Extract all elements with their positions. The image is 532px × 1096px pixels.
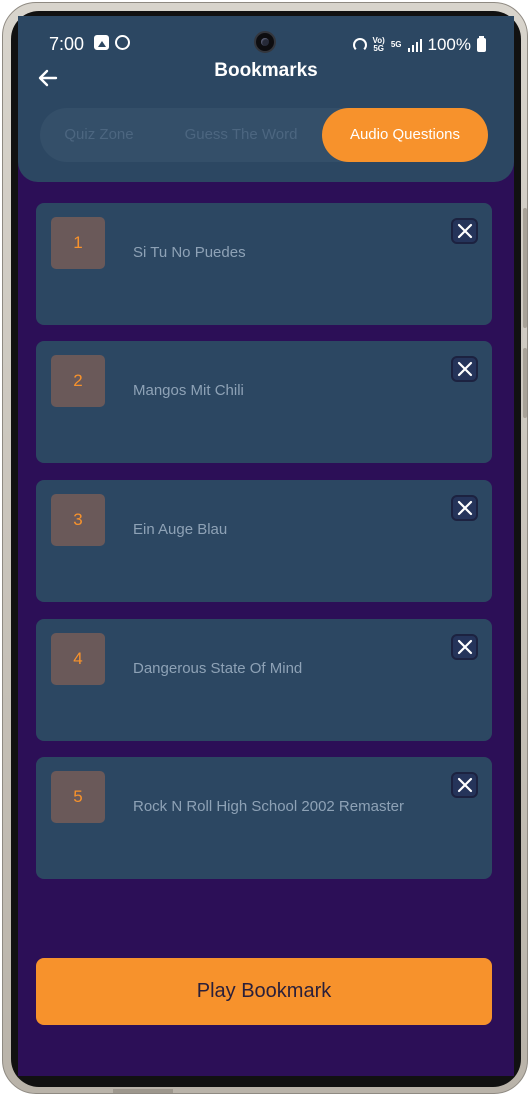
app-screen: 7:00 Vo) 5G 5G 100% Bookmarks Quiz Zone …	[18, 16, 514, 1076]
hotspot-icon	[352, 38, 367, 52]
volte-icon: Vo) 5G	[373, 37, 385, 53]
tab-quiz-zone[interactable]: Quiz Zone	[40, 108, 158, 162]
status-time: 7:00	[49, 34, 85, 54]
gallery-icon	[94, 35, 109, 50]
page-title: Bookmarks	[214, 60, 318, 81]
signal-icon	[407, 38, 422, 52]
bookmark-title: Si Tu No Puedes	[133, 244, 246, 261]
play-bookmark-button[interactable]: Play Bookmark	[36, 958, 492, 1025]
volte-bottom-text: 5G	[373, 44, 385, 53]
tab-guess-the-word[interactable]: Guess The Word	[168, 108, 314, 162]
bookmark-card[interactable]: 1 Si Tu No Puedes	[36, 203, 492, 325]
category-tabs: Quiz Zone Guess The Word Audio Questions	[40, 108, 488, 162]
bookmark-number: 1	[51, 217, 105, 269]
close-icon	[457, 777, 473, 793]
bookmark-card[interactable]: 3 Ein Auge Blau	[36, 480, 492, 602]
remove-bookmark-button[interactable]	[451, 634, 478, 660]
battery-icon	[477, 36, 486, 52]
system-icons: Vo) 5G 5G 100%	[352, 35, 486, 55]
bookmark-number: 5	[51, 771, 105, 823]
bookmark-title: Rock N Roll High School 2002 Remaster	[133, 798, 404, 815]
remove-bookmark-button[interactable]	[451, 356, 478, 382]
remove-bookmark-button[interactable]	[451, 772, 478, 798]
bookmark-title: Ein Auge Blau	[133, 521, 228, 538]
front-camera	[254, 31, 276, 53]
remove-bookmark-button[interactable]	[451, 495, 478, 521]
volume-button	[523, 208, 527, 328]
close-icon	[457, 500, 473, 516]
close-icon	[457, 361, 473, 377]
remove-bookmark-button[interactable]	[451, 218, 478, 244]
notification-icons	[94, 35, 130, 50]
power-button	[523, 348, 527, 418]
frame-detail	[113, 1089, 173, 1093]
bookmark-number: 4	[51, 633, 105, 685]
network-5g-icon: 5G	[390, 40, 402, 49]
close-icon	[457, 223, 473, 239]
tab-audio-questions[interactable]: Audio Questions	[322, 108, 488, 162]
bookmark-title: Mangos Mit Chili	[133, 382, 244, 399]
header-panel: 7:00 Vo) 5G 5G 100% Bookmarks Quiz Zone …	[18, 16, 514, 182]
bookmark-card[interactable]: 5 Rock N Roll High School 2002 Remaster	[36, 757, 492, 879]
bookmark-number: 3	[51, 494, 105, 546]
bookmark-number: 2	[51, 355, 105, 407]
bookmark-title: Dangerous State Of Mind	[133, 660, 303, 677]
bookmark-card[interactable]: 4 Dangerous State Of Mind	[36, 619, 492, 741]
whatsapp-icon	[115, 35, 130, 50]
close-icon	[457, 639, 473, 655]
bookmark-card[interactable]: 2 Mangos Mit Chili	[36, 341, 492, 463]
battery-percent: 100%	[427, 35, 471, 54]
